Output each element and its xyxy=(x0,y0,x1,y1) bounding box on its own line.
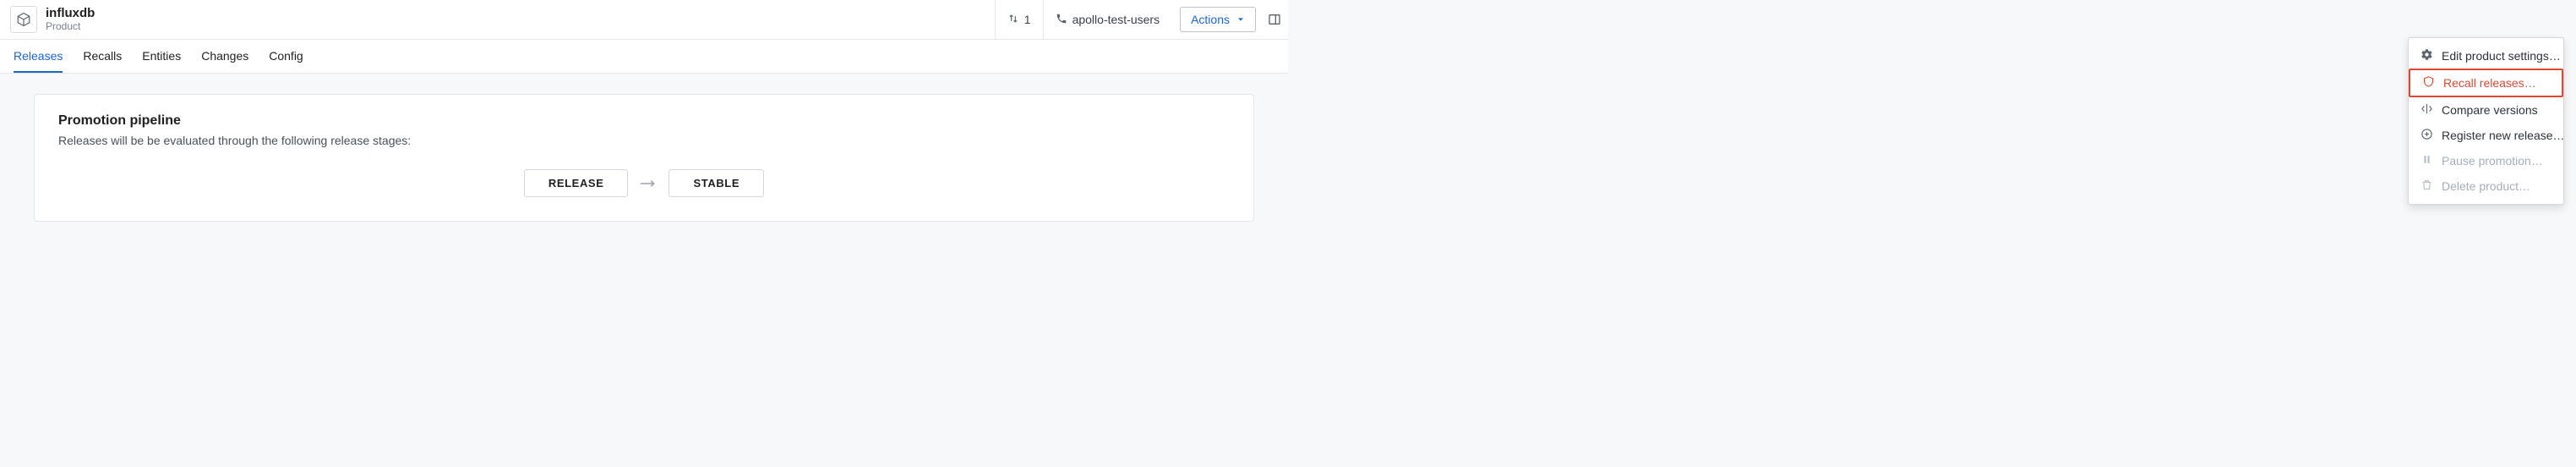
pause-icon xyxy=(2420,153,2433,168)
stage-release[interactable]: RELEASE xyxy=(524,169,629,197)
stage-stable[interactable]: STABLE xyxy=(669,169,764,197)
arrow-right-icon xyxy=(640,179,657,189)
sort-count-value: 1 xyxy=(1024,13,1031,26)
caret-down-icon xyxy=(1236,13,1245,26)
actions-dropdown: Edit product settings… Recall releases… … xyxy=(2408,37,2564,205)
pipeline-row: RELEASE STABLE xyxy=(58,169,1230,197)
product-subtitle: Product xyxy=(46,21,95,33)
tab-label: Config xyxy=(269,49,303,63)
support-contact-label: apollo-test-users xyxy=(1072,13,1160,26)
shield-icon xyxy=(2422,75,2435,91)
menu-item-edit-settings[interactable]: Edit product settings… xyxy=(2409,43,2563,69)
header-left: influxdb Product xyxy=(10,6,95,33)
menu-item-label: Delete product… xyxy=(2442,179,2530,193)
sort-arrows-icon xyxy=(1007,13,1019,27)
tab-entities[interactable]: Entities xyxy=(142,49,181,73)
header-right: 1 apollo-test-users Actions xyxy=(995,0,1288,39)
menu-item-pause-promotion: Pause promotion… xyxy=(2409,148,2563,173)
tab-label: Entities xyxy=(142,49,181,63)
support-contact-cell[interactable]: apollo-test-users xyxy=(1043,0,1172,39)
menu-item-label: Compare versions xyxy=(2442,103,2538,117)
menu-item-label: Pause promotion… xyxy=(2442,154,2543,168)
tabs-bar: Releases Recalls Entities Changes Config xyxy=(0,40,1288,74)
tab-changes[interactable]: Changes xyxy=(201,49,248,73)
tab-releases[interactable]: Releases xyxy=(14,49,63,73)
tab-label: Changes xyxy=(201,49,248,63)
product-cube-icon xyxy=(10,6,37,33)
tab-config[interactable]: Config xyxy=(269,49,303,73)
actions-button[interactable]: Actions xyxy=(1180,7,1256,32)
panel-toggle-icon[interactable] xyxy=(1268,0,1281,39)
menu-item-label: Register new release… xyxy=(2442,129,2565,142)
main-area: Promotion pipeline Releases will be be e… xyxy=(0,74,1288,242)
menu-item-register-release[interactable]: Register new release… xyxy=(2409,123,2563,148)
header-bar: influxdb Product 1 apollo-test-users Act… xyxy=(0,0,1288,40)
trash-icon xyxy=(2420,179,2433,194)
panel-description: Releases will be be evaluated through th… xyxy=(58,134,1230,147)
menu-item-label: Recall releases… xyxy=(2443,76,2536,90)
menu-item-label: Edit product settings… xyxy=(2442,49,2561,63)
product-title-block: influxdb Product xyxy=(46,6,95,32)
phone-icon xyxy=(1056,13,1067,27)
tab-label: Recalls xyxy=(83,49,122,63)
plus-circle-icon xyxy=(2420,128,2433,143)
menu-item-delete-product: Delete product… xyxy=(2409,173,2563,199)
gear-icon xyxy=(2420,48,2433,63)
promotion-pipeline-panel: Promotion pipeline Releases will be be e… xyxy=(34,94,1254,222)
product-title: influxdb xyxy=(46,6,95,20)
tab-recalls[interactable]: Recalls xyxy=(83,49,122,73)
panel-title: Promotion pipeline xyxy=(58,113,1230,129)
actions-button-label: Actions xyxy=(1191,13,1230,26)
compare-icon xyxy=(2420,102,2433,118)
menu-item-recall-releases[interactable]: Recall releases… xyxy=(2409,69,2563,97)
menu-item-compare-versions[interactable]: Compare versions xyxy=(2409,97,2563,123)
sort-count-cell[interactable]: 1 xyxy=(995,0,1043,39)
tab-label: Releases xyxy=(14,49,63,63)
